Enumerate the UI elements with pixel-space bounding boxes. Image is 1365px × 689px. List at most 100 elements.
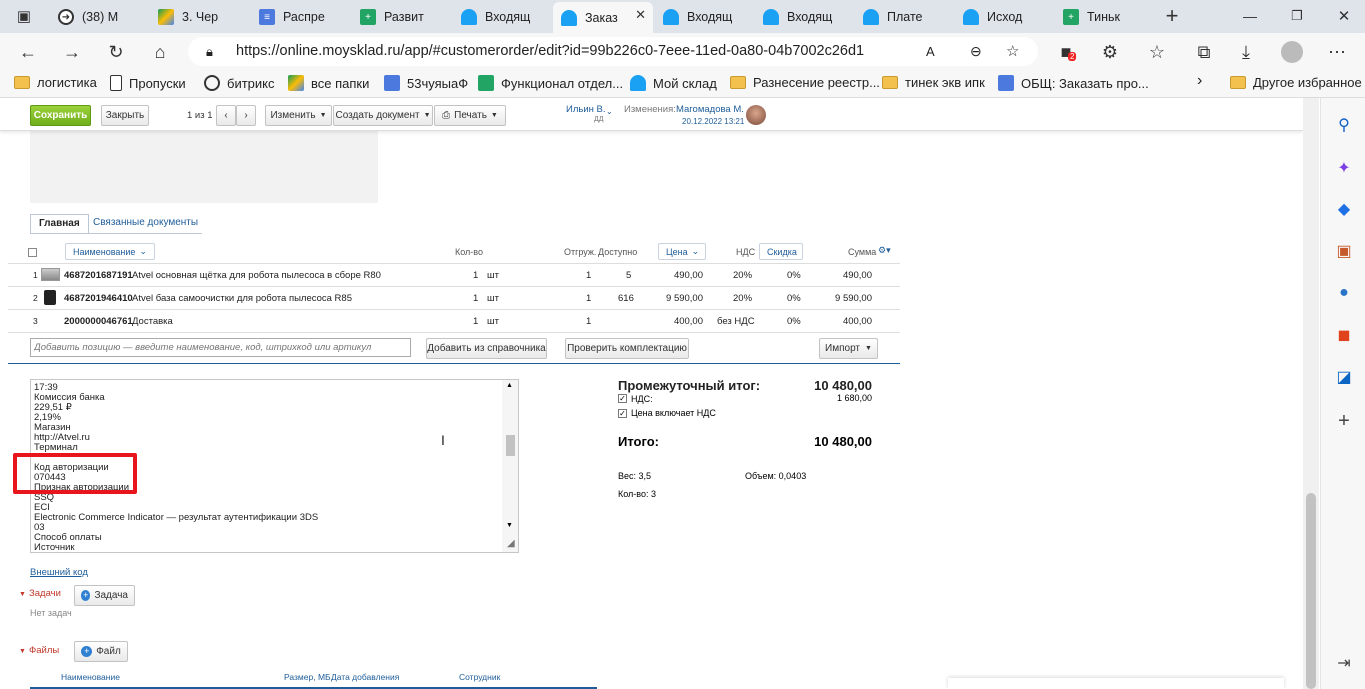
add-file-button[interactable]: + Файл — [74, 641, 128, 662]
drive-icon — [288, 75, 304, 91]
favorite-item[interactable]: все папки — [288, 75, 369, 91]
minimize-icon[interactable]: — — [1236, 2, 1264, 30]
add-sidebar-app-icon[interactable]: + — [1334, 410, 1354, 432]
browser-tab[interactable]: Входящ — [755, 4, 853, 30]
select-all-checkbox[interactable] — [28, 248, 37, 257]
favorite-item[interactable]: логистика — [14, 75, 97, 90]
table-row[interactable]: 1 4687201687191 Atvel основная щётка для… — [8, 264, 900, 287]
favorite-item[interactable]: Функционал отдел... — [478, 75, 623, 91]
user-avatar[interactable] — [746, 105, 766, 125]
column-discount-header[interactable]: Скидка — [759, 243, 803, 260]
add-from-catalog-button[interactable]: Добавить из справочника — [426, 338, 547, 359]
extensions-icon[interactable]: ⚙ — [1096, 38, 1124, 66]
scroll-up-icon[interactable]: ▲ — [506, 382, 513, 389]
favorites-icon[interactable]: ☆ — [1143, 38, 1171, 66]
sheets-icon: + — [360, 9, 376, 25]
close-window-icon[interactable]: ✕ — [1330, 2, 1358, 30]
favorite-item[interactable]: ОБЩ: Заказать про... — [998, 75, 1149, 91]
browser-tab[interactable]: 3. Чер — [150, 4, 248, 30]
browser-tab-active[interactable]: Заказ ✕ — [553, 2, 653, 33]
owner-user-link[interactable]: Ильин В. — [566, 104, 606, 115]
tasks-caret-icon[interactable]: ▼ — [19, 591, 26, 598]
read-aloud-icon[interactable]: A — [926, 37, 935, 66]
textarea-scrollbar[interactable]: ▲ ▼ ◢ — [502, 380, 518, 552]
browser-tab[interactable]: Исход — [955, 4, 1053, 30]
chevron-down-icon[interactable]: ⌄ — [606, 107, 613, 116]
save-button[interactable]: Сохранить — [30, 105, 91, 126]
browser-tab[interactable]: ≡ Распре — [251, 4, 349, 30]
external-code-link[interactable]: Внешний код — [30, 567, 88, 578]
tools-briefcase-icon[interactable]: ▣ — [1334, 241, 1354, 261]
weight-text: Вес: 3,5 — [618, 471, 652, 481]
copilot-sparkle-icon[interactable]: ✦ — [1334, 158, 1354, 178]
favorite-item[interactable]: битрикс — [204, 75, 275, 91]
collections-icon[interactable]: ⧉ — [1190, 38, 1218, 66]
prev-doc-button[interactable]: ‹ — [216, 105, 236, 126]
scroll-down-icon[interactable]: ▼ — [506, 522, 513, 529]
resize-handle-icon[interactable]: ◢ — [507, 538, 515, 549]
tab-actions-icon[interactable]: ▣ — [10, 2, 38, 30]
zoom-icon[interactable]: ⊖ — [970, 37, 982, 66]
browser-tab[interactable]: Входящ — [453, 4, 551, 30]
browser-tab[interactable]: Входящ — [655, 4, 753, 30]
favorite-item[interactable]: 53чуяыаФ — [384, 75, 468, 91]
more-favorites-chevron-icon[interactable]: › — [1197, 72, 1202, 90]
add-position-input[interactable] — [30, 338, 411, 357]
table-row[interactable]: 2 4687201946410 Atvel база самоочистки д… — [8, 287, 900, 310]
vat-checkbox[interactable]: ✓ — [618, 394, 627, 403]
column-name-header[interactable]: Наименование ⌄ — [65, 243, 155, 260]
column-shipped-header: Отгруж. — [564, 247, 597, 257]
back-icon[interactable]: ← — [14, 38, 42, 66]
page-scrollbar[interactable] — [1303, 98, 1319, 689]
create-document-dropdown[interactable]: Создать документ ▼ — [333, 105, 433, 126]
import-dropdown[interactable]: Импорт ▼ — [819, 338, 878, 359]
tasks-label[interactable]: Задачи — [29, 588, 61, 599]
browser-tab[interactable]: Плате — [855, 4, 953, 30]
downloads-icon[interactable]: ⤓ — [1232, 38, 1260, 66]
browser-tab-bar: ▣ ➜ (38) M 3. Чер ≡ Распре + Развит Входящ … — [0, 0, 1365, 33]
edit-dropdown[interactable]: Изменить ▼ — [265, 105, 332, 126]
files-caret-icon[interactable]: ▼ — [19, 648, 26, 655]
files-label[interactable]: Файлы — [29, 645, 59, 656]
profile-avatar[interactable] — [1278, 38, 1306, 66]
new-tab-icon[interactable]: + — [1158, 2, 1186, 30]
favorite-item-other[interactable]: Другое избранное — [1230, 75, 1362, 90]
scrollbar-thumb[interactable] — [1306, 493, 1316, 689]
browser-tab[interactable]: + Тиньк — [1055, 4, 1153, 30]
column-price-header[interactable]: Цена ⌄ — [658, 243, 706, 260]
price-incl-vat-checkbox[interactable]: ✓ — [618, 409, 627, 418]
restore-icon[interactable]: ❐ — [1283, 2, 1311, 30]
close-tab-icon[interactable]: ✕ — [635, 7, 646, 23]
add-favorite-icon[interactable]: ☆ — [1006, 37, 1019, 66]
settings-more-icon[interactable]: ⋯ — [1323, 38, 1351, 66]
browser-tab[interactable]: ➜ (38) M — [50, 4, 148, 30]
moysklad-icon — [663, 9, 679, 25]
check-kit-button[interactable]: Проверить комплектацию — [565, 338, 689, 359]
tab-related-docs[interactable]: Связанные документы — [93, 217, 198, 228]
extension-badge-icon[interactable]: ■ 2 — [1052, 38, 1080, 66]
browser-tab[interactable]: + Развит — [352, 4, 450, 30]
shopping-tag-icon[interactable]: ◆ — [1334, 199, 1354, 219]
games-icon[interactable]: ● — [1334, 283, 1354, 303]
add-task-button[interactable]: + Задача — [74, 585, 135, 606]
forward-icon[interactable]: → — [58, 38, 86, 66]
column-settings-icon[interactable]: ⚙▾ — [878, 245, 891, 256]
tab-main[interactable]: Главная — [30, 214, 89, 234]
scrollbar-thumb[interactable] — [506, 435, 515, 456]
favorite-item[interactable]: тинек экв ипк — [882, 75, 985, 90]
hide-sidebar-icon[interactable]: ⇥ — [1334, 653, 1354, 673]
search-icon[interactable]: ⚲ — [1334, 115, 1354, 135]
edge-sidebar: ⚲ ✦ ◆ ▣ ● ◼ ◪ + ⇥ — [1320, 98, 1365, 689]
favorite-item[interactable]: Пропуски — [110, 75, 186, 91]
print-dropdown[interactable]: ⎙ Печать ▼ — [434, 105, 506, 126]
favorite-item[interactable]: Разнесение реестр... — [730, 75, 880, 90]
next-doc-button[interactable]: › — [236, 105, 256, 126]
office-icon[interactable]: ◼ — [1334, 325, 1354, 345]
table-row[interactable]: 3 2000000046761 Доставка 1 шт 1 400,00 б… — [8, 310, 900, 333]
favorite-item[interactable]: Мой склад — [630, 75, 717, 91]
refresh-icon[interactable]: ↻ — [102, 38, 130, 66]
address-bar[interactable]: 🔒︎ https://online.moysklad.ru/app/#custo… — [188, 37, 1038, 66]
close-button[interactable]: Закрыть — [101, 105, 149, 126]
home-icon[interactable]: ⌂ — [146, 38, 174, 66]
outlook-icon[interactable]: ◪ — [1334, 367, 1354, 387]
